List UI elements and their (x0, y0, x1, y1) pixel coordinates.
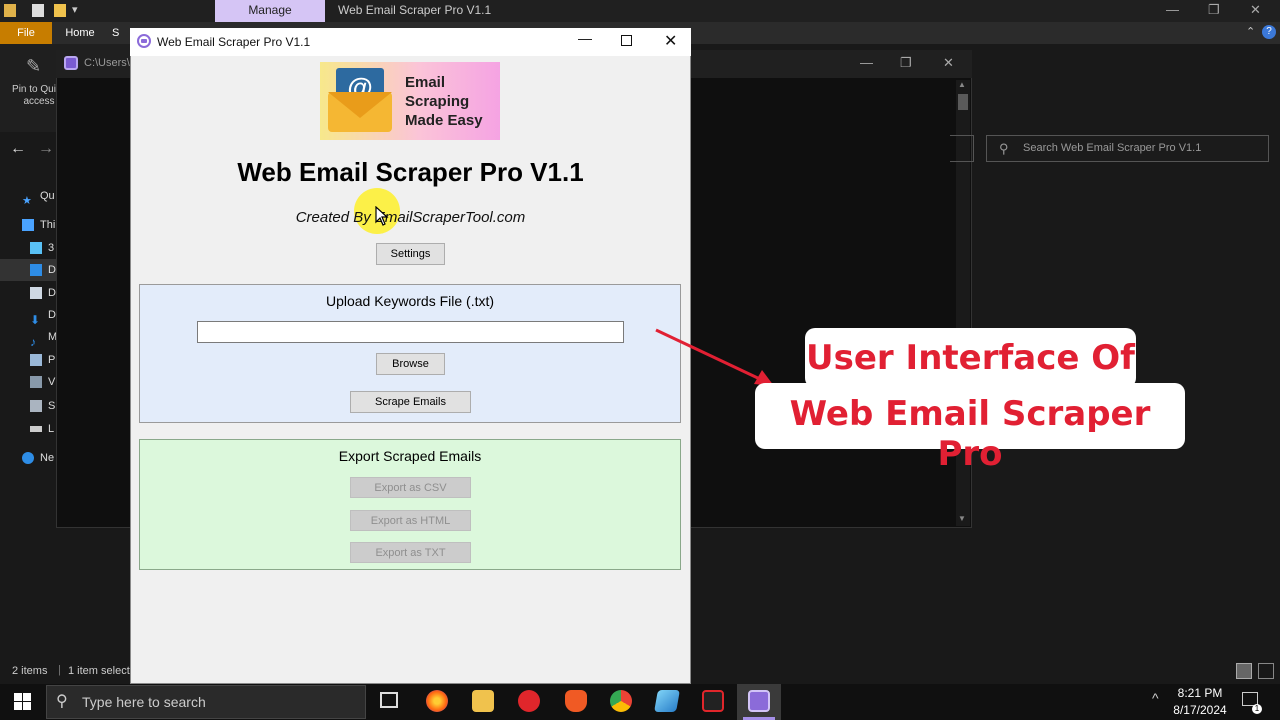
banner-line: Scraping (405, 93, 470, 110)
explorer-minimize-button[interactable]: — (1166, 2, 1179, 17)
back-arrow-icon[interactable]: ← (10, 140, 26, 158)
document-icon (30, 287, 42, 300)
settings-button[interactable]: Settings (376, 243, 445, 265)
scroll-down-icon[interactable]: ▼ (958, 514, 966, 523)
address-bar-edge[interactable] (950, 135, 974, 162)
details-view-icon[interactable] (1236, 663, 1252, 679)
search-icon: ⚲ (999, 141, 1009, 156)
callout-line-1: User Interface Of (806, 338, 1135, 378)
explorer-close-button[interactable]: ✕ (1250, 2, 1261, 18)
help-icon[interactable]: ? (1262, 25, 1276, 39)
page-title: Web Email Scraper Pro V1.1 (237, 157, 584, 187)
notification-badge: 1 (1252, 704, 1262, 714)
explorer-maximize-button[interactable]: ❐ (1208, 2, 1220, 18)
drive-icon (30, 400, 42, 413)
folder-maximize-button[interactable]: ❐ (900, 55, 912, 71)
explorer-window-title: Web Email Scraper Pro V1.1 (338, 3, 492, 17)
export-txt-button[interactable]: Export as TXT (350, 542, 471, 563)
tab-file[interactable]: File (0, 22, 52, 44)
banner-tagline: Email Scraping Made Easy (405, 73, 497, 130)
desktop-icon (30, 264, 42, 277)
keywords-file-path-input[interactable] (197, 321, 624, 343)
notepad-icon[interactable] (654, 690, 680, 712)
app-close-button[interactable]: ✕ (664, 31, 677, 51)
tray-chevron-icon[interactable]: ^ (1152, 690, 1159, 706)
cube-icon (30, 242, 42, 255)
tab-share[interactable]: S (112, 22, 132, 44)
status-separator: | (58, 664, 61, 676)
app-folder-icon (64, 56, 78, 70)
app-maximize-button[interactable] (621, 35, 632, 46)
computer-icon (22, 219, 34, 232)
folder-icon (4, 4, 16, 17)
mouse-cursor-icon (375, 206, 389, 226)
scrollbar-thumb[interactable] (958, 94, 968, 110)
windows-start-icon[interactable] (14, 693, 31, 710)
music-icon: ♪ (30, 335, 36, 350)
tab-home[interactable]: Home (58, 22, 102, 44)
properties-icon[interactable] (32, 4, 44, 17)
app-minimize-button[interactable]: — (578, 30, 592, 46)
banner-line: Made Easy (405, 112, 483, 129)
brave-icon[interactable] (565, 690, 587, 712)
app-window-title: Web Email Scraper Pro V1.1 (157, 35, 311, 49)
browse-button[interactable]: Browse (376, 353, 445, 375)
large-icons-view-icon[interactable] (1258, 663, 1274, 679)
chevron-down-icon[interactable]: ▾ (72, 3, 78, 16)
clock-time[interactable]: 8:21 PM (1176, 686, 1224, 700)
scroll-up-icon[interactable]: ▲ (958, 80, 966, 89)
chrome-icon[interactable] (610, 690, 632, 712)
picture-icon (30, 354, 42, 367)
folder-search-input[interactable]: ⚲ Search Web Email Scraper Pro V1.1 (986, 135, 1269, 162)
explorer-titlebar (0, 0, 1280, 22)
email-scraper-app-icon[interactable] (748, 690, 770, 712)
scrape-emails-button[interactable]: Scrape Emails (350, 391, 471, 413)
folder-window-path: C:\Users\ (84, 57, 130, 69)
status-item-count: 2 items (12, 665, 48, 677)
annotation-arrow (655, 328, 774, 386)
credit-text: Created By EmailScraperTool.com (295, 209, 526, 226)
export-csv-button[interactable]: Export as CSV (350, 477, 471, 498)
taskbar-search-placeholder: Type here to search (82, 694, 206, 710)
network-icon (22, 452, 34, 465)
envelope-flap (328, 92, 392, 118)
new-folder-icon[interactable] (54, 4, 66, 17)
search-icon: ⚲ (56, 693, 68, 710)
manage-tab[interactable]: Manage (215, 0, 325, 22)
ribbon-collapse-icon[interactable]: ⌃ (1246, 25, 1255, 38)
screen-recorder-icon[interactable] (702, 690, 724, 712)
export-heading: Export Scraped Emails (338, 448, 482, 464)
pin-icon[interactable]: ✎ (26, 56, 41, 77)
banner-line: Email (405, 74, 446, 91)
firefox-icon[interactable] (426, 690, 448, 712)
video-icon (30, 376, 42, 389)
app-icon (137, 34, 151, 48)
folder-close-button[interactable]: ✕ (943, 55, 954, 71)
upload-heading: Upload Keywords File (.txt) (325, 293, 495, 309)
export-html-button[interactable]: Export as HTML (350, 510, 471, 531)
star-icon: ★ (22, 195, 32, 208)
clock-date[interactable]: 8/17/2024 (1170, 703, 1230, 717)
drive-icon (30, 426, 42, 433)
file-explorer-icon[interactable] (472, 690, 494, 712)
task-view-icon[interactable] (380, 692, 398, 708)
callout-line-2: Web Email Scraper Pro (789, 394, 1151, 474)
forward-arrow-icon[interactable]: → (38, 140, 54, 158)
download-icon: ⬇ (30, 313, 41, 328)
folder-minimize-button[interactable]: — (860, 55, 873, 70)
opera-icon[interactable] (518, 690, 540, 712)
